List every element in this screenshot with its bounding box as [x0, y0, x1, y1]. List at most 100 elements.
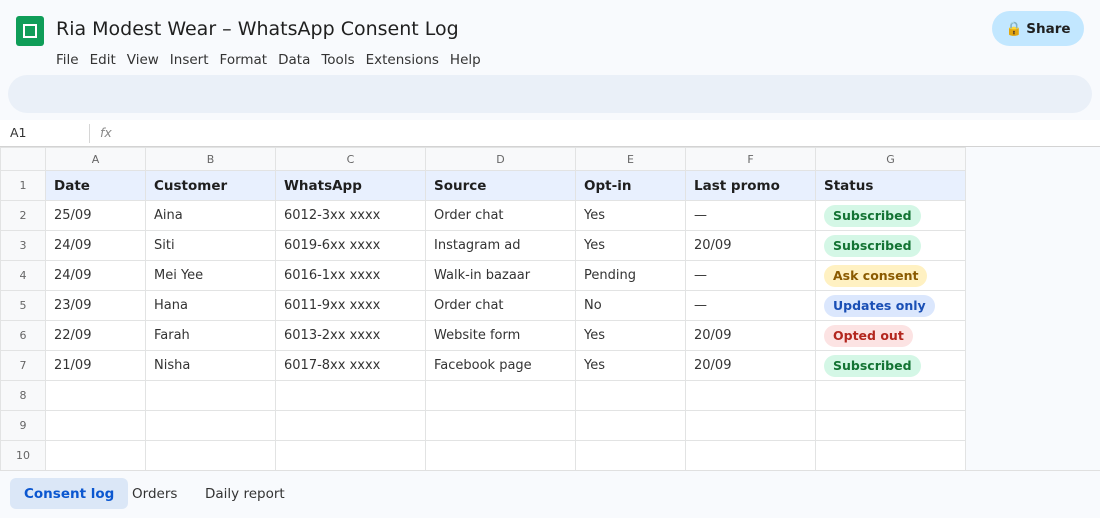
empty-cell[interactable]	[145, 440, 276, 471]
document-title[interactable]: Ria Modest Wear – WhatsApp Consent Log	[56, 18, 459, 40]
column-header-e[interactable]: E	[575, 147, 686, 171]
tab-orders[interactable]: Orders	[118, 478, 191, 509]
cell-whatsapp[interactable]: 6013-2xx xxxx	[275, 320, 426, 351]
row-number[interactable]: 10	[0, 440, 46, 471]
empty-cell[interactable]	[425, 410, 576, 441]
tab-consent-log[interactable]: Consent log	[10, 478, 129, 509]
cell-date[interactable]: 25/09	[45, 200, 146, 231]
row-number[interactable]: 4	[0, 260, 46, 291]
empty-cell[interactable]	[575, 380, 686, 411]
header-cell-last-promo[interactable]: Last promo	[685, 170, 816, 201]
cell-customer[interactable]: Nisha	[145, 350, 276, 381]
column-header-d[interactable]: D	[425, 147, 576, 171]
menu-extensions[interactable]: Extensions	[366, 52, 439, 68]
header-cell-status[interactable]: Status	[815, 170, 966, 201]
menu-insert[interactable]: Insert	[170, 52, 209, 68]
cell-source[interactable]: Walk-in bazaar	[425, 260, 576, 291]
empty-cell[interactable]	[45, 410, 146, 441]
menu-tools[interactable]: Tools	[321, 52, 354, 68]
empty-cell[interactable]	[275, 440, 426, 471]
menu-format[interactable]: Format	[220, 52, 268, 68]
column-header-a[interactable]: A	[45, 147, 146, 171]
empty-cell[interactable]	[45, 440, 146, 471]
tab-daily-report[interactable]: Daily report	[191, 478, 299, 509]
cell-whatsapp[interactable]: 6012-3xx xxxx	[275, 200, 426, 231]
row-number[interactable]: 7	[0, 350, 46, 381]
row-number[interactable]: 5	[0, 290, 46, 321]
cell-optin[interactable]: Yes	[575, 320, 686, 351]
cell-optin[interactable]: Pending	[575, 260, 686, 291]
header-cell-optin[interactable]: Opt-in	[575, 170, 686, 201]
cell-date[interactable]: 23/09	[45, 290, 146, 321]
cell-optin[interactable]: No	[575, 290, 686, 321]
menu-view[interactable]: View	[127, 52, 159, 68]
cell-source[interactable]: Instagram ad	[425, 230, 576, 261]
header-cell-date[interactable]: Date	[45, 170, 146, 201]
cell-reference[interactable]: A1	[10, 125, 27, 140]
cell-last-promo[interactable]: 20/09	[685, 230, 816, 261]
empty-cell[interactable]	[685, 380, 816, 411]
select-all-corner[interactable]	[0, 147, 46, 171]
cell-source[interactable]: Facebook page	[425, 350, 576, 381]
header-cell-whatsapp[interactable]: WhatsApp	[275, 170, 426, 201]
cell-source[interactable]: Order chat	[425, 200, 576, 231]
row-number[interactable]: 9	[0, 410, 46, 441]
cell-customer[interactable]: Siti	[145, 230, 276, 261]
cell-status[interactable]: Ask consent	[815, 260, 966, 291]
cell-customer[interactable]: Aina	[145, 200, 276, 231]
empty-cell[interactable]	[685, 440, 816, 471]
row-number[interactable]: 6	[0, 320, 46, 351]
cell-status[interactable]: Opted out	[815, 320, 966, 351]
cell-status[interactable]: Subscribed	[815, 230, 966, 261]
column-header-b[interactable]: B	[145, 147, 276, 171]
cell-whatsapp[interactable]: 6016-1xx xxxx	[275, 260, 426, 291]
cell-last-promo[interactable]: —	[685, 200, 816, 231]
empty-cell[interactable]	[815, 440, 966, 471]
cell-last-promo[interactable]: —	[685, 260, 816, 291]
cell-last-promo[interactable]: 20/09	[685, 320, 816, 351]
empty-cell[interactable]	[815, 410, 966, 441]
row-number[interactable]: 8	[0, 380, 46, 411]
empty-cell[interactable]	[145, 380, 276, 411]
header-cell-customer[interactable]: Customer	[145, 170, 276, 201]
menu-edit[interactable]: Edit	[90, 52, 116, 68]
empty-cell[interactable]	[815, 380, 966, 411]
empty-cell[interactable]	[275, 410, 426, 441]
cell-source[interactable]: Order chat	[425, 290, 576, 321]
empty-cell[interactable]	[45, 380, 146, 411]
cell-status[interactable]: Subscribed	[815, 200, 966, 231]
header-cell-source[interactable]: Source	[425, 170, 576, 201]
empty-cell[interactable]	[425, 440, 576, 471]
column-header-g[interactable]: G	[815, 147, 966, 171]
cell-whatsapp[interactable]: 6017-8xx xxxx	[275, 350, 426, 381]
cell-optin[interactable]: Yes	[575, 350, 686, 381]
cell-date[interactable]: 24/09	[45, 230, 146, 261]
cell-optin[interactable]: Yes	[575, 230, 686, 261]
cell-status[interactable]: Updates only	[815, 290, 966, 321]
empty-cell[interactable]	[575, 410, 686, 441]
empty-cell[interactable]	[145, 410, 276, 441]
cell-customer[interactable]: Farah	[145, 320, 276, 351]
cell-date[interactable]: 22/09	[45, 320, 146, 351]
cell-date[interactable]: 24/09	[45, 260, 146, 291]
empty-cell[interactable]	[425, 380, 576, 411]
column-header-f[interactable]: F	[685, 147, 816, 171]
cell-date[interactable]: 21/09	[45, 350, 146, 381]
cell-last-promo[interactable]: 20/09	[685, 350, 816, 381]
menu-file[interactable]: File	[56, 52, 79, 68]
cell-last-promo[interactable]: —	[685, 290, 816, 321]
share-button[interactable]: 🔒 Share	[992, 11, 1084, 46]
row-number[interactable]: 1	[0, 170, 46, 201]
empty-cell[interactable]	[275, 380, 426, 411]
empty-cell[interactable]	[685, 410, 816, 441]
menu-data[interactable]: Data	[278, 52, 310, 68]
cell-customer[interactable]: Hana	[145, 290, 276, 321]
cell-optin[interactable]: Yes	[575, 200, 686, 231]
cell-status[interactable]: Subscribed	[815, 350, 966, 381]
row-number[interactable]: 2	[0, 200, 46, 231]
column-header-c[interactable]: C	[275, 147, 426, 171]
cell-customer[interactable]: Mei Yee	[145, 260, 276, 291]
menu-help[interactable]: Help	[450, 52, 481, 68]
cell-whatsapp[interactable]: 6011-9xx xxxx	[275, 290, 426, 321]
cell-source[interactable]: Website form	[425, 320, 576, 351]
